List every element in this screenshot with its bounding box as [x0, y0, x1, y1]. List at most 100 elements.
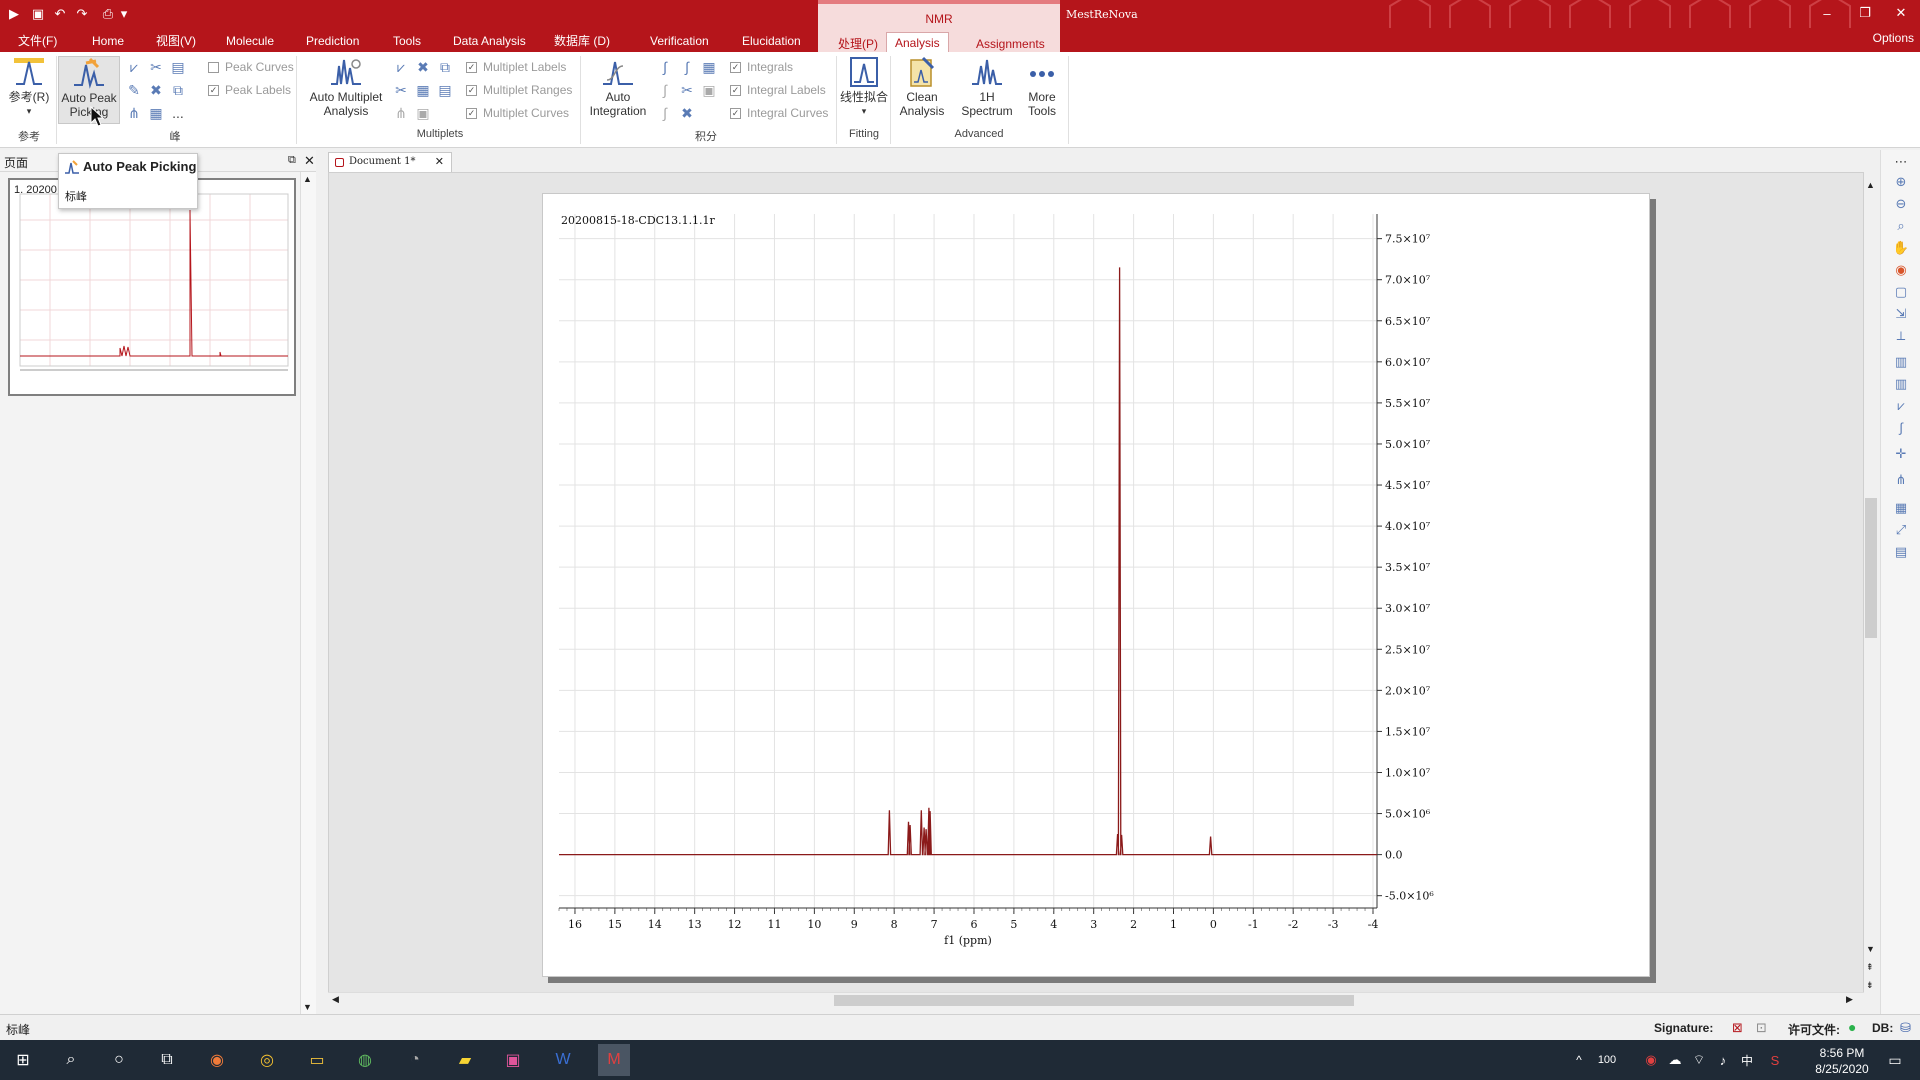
multiplet-labels-checkbox[interactable]: ✓ Multiplet Labels — [466, 58, 566, 76]
browser-app-icon[interactable]: ◍ — [352, 1048, 378, 1072]
scroll-up-icon[interactable]: ▲ — [1866, 180, 1875, 190]
wifi-icon[interactable]: ⌔ — [1686, 1048, 1712, 1072]
clock-date[interactable]: 8/25/2020 — [1808, 1062, 1876, 1076]
integral-options-icon[interactable]: ∫ — [656, 104, 674, 122]
multiplet-fit-icon[interactable]: ▣ — [414, 104, 432, 122]
peak-curves-checkbox[interactable]: Peak Curves — [208, 58, 294, 76]
tab-elucidation[interactable]: Elucidation — [734, 31, 809, 51]
tab-database[interactable]: 数据库 (D) — [546, 31, 618, 51]
1h-spectrum-button[interactable]: 1H Spectrum — [954, 56, 1020, 124]
save-icon[interactable]: ▣ — [28, 4, 48, 24]
ime-indicator[interactable]: 中 — [1734, 1048, 1760, 1072]
tab-data-analysis[interactable]: Data Analysis — [445, 31, 534, 51]
peak-more-icon[interactable]: ... — [169, 104, 187, 122]
scroll-up-icon[interactable]: ▲ — [303, 174, 312, 184]
tray-expand-icon[interactable]: ^ — [1566, 1048, 1592, 1072]
redo-icon[interactable]: ↷ — [72, 4, 92, 24]
tray-app-icon[interactable]: ◉ — [1638, 1048, 1664, 1072]
file-explorer-icon[interactable]: ▭ — [304, 1048, 330, 1072]
multiplet-manual-icon[interactable]: ⩗ — [392, 58, 410, 76]
page-up-icon[interactable]: ⇞ — [1866, 962, 1874, 973]
auto-multiplet-analysis-button[interactable]: Auto Multiplet Analysis — [302, 56, 390, 124]
tab-file[interactable]: 文件(F) — [10, 31, 65, 51]
auto-peak-picking-button[interactable]: Auto Peak Picking — [58, 56, 120, 124]
sogou-ime-icon[interactable]: S — [1762, 1048, 1788, 1072]
integral-table-icon[interactable]: ▦ — [700, 58, 718, 76]
page-down-icon[interactable]: ⇟ — [1866, 980, 1874, 991]
mestrenova-taskbar-icon[interactable]: M — [598, 1044, 630, 1076]
integrals-checkbox[interactable]: ✓ Integrals — [730, 58, 793, 76]
multiplet-report-icon[interactable]: ▤ — [436, 81, 454, 99]
options-menu[interactable]: Options — [1873, 31, 1914, 45]
multiplet-delete-icon[interactable]: ✖ — [414, 58, 432, 76]
undo-icon[interactable]: ↶ — [50, 4, 70, 24]
tab-assignments[interactable]: Assignments — [968, 34, 1053, 54]
ruler-icon[interactable]: ⇲ — [1891, 306, 1911, 324]
spectrum-page[interactable]: 16 15 14 13 12 11 10 9 8 7 6 5 4 3 2 1 0 -1 -2 -3 -4 7.5×10⁷… — [542, 193, 1650, 977]
media-app-icon[interactable]: ▣ — [500, 1048, 526, 1072]
reference-button[interactable]: 参考(R) ▾ — [6, 56, 52, 124]
close-tab-icon[interactable]: ✕ — [435, 153, 444, 171]
nmr-spectrum-chart[interactable]: 16 15 14 13 12 11 10 9 8 7 6 5 4 3 2 1 0 -1 -2 -3 -4 7.5×10⁷… — [543, 194, 1651, 978]
peak-options-icon[interactable]: ⋔ — [125, 104, 143, 122]
peak-delete-icon[interactable]: ✂ — [147, 58, 165, 76]
vertical-scroll-thumb[interactable] — [1865, 498, 1877, 638]
multiplet-options-icon[interactable]: ⋔ — [392, 104, 410, 122]
multiplet-ranges-checkbox[interactable]: ✓ Multiplet Ranges — [466, 81, 572, 99]
minimize-button[interactable]: – — [1812, 3, 1842, 23]
signature-icon[interactable]: ⊠ — [1732, 1020, 1743, 1036]
fit-page-icon[interactable]: ▢ — [1891, 284, 1911, 302]
horizontal-scrollbar[interactable]: ◀ ▶ — [328, 992, 1864, 1008]
page-thumbnail[interactable]: 1. 20200 — [8, 178, 296, 396]
integral-delete-icon[interactable]: ✂ — [678, 81, 696, 99]
tab-processing[interactable]: 处理(P) — [830, 34, 886, 54]
multiplet-copy-icon[interactable]: ⧉ — [436, 58, 454, 76]
line-fitting-button[interactable]: 线性拟合 ▾ — [840, 56, 888, 124]
peak-pick-icon[interactable]: ⩗ — [1891, 398, 1911, 416]
print-icon[interactable]: ⎙ — [98, 4, 118, 24]
clean-analysis-button[interactable]: Clean Analysis — [894, 56, 950, 124]
chart-settings-icon[interactable]: ▦ — [1891, 500, 1911, 518]
signature-lock-icon[interactable]: ⊡ — [1756, 1020, 1767, 1036]
integral-labels-checkbox[interactable]: ✓ Integral Labels — [730, 81, 826, 99]
tab-verification[interactable]: Verification — [642, 31, 717, 51]
zoom-in-icon[interactable]: ⊕ — [1891, 174, 1911, 192]
zoom-out-icon[interactable]: ⊖ — [1891, 196, 1911, 214]
multiplet-table-icon[interactable]: ▦ — [414, 81, 432, 99]
onedrive-icon[interactable]: ☁ — [1662, 1048, 1688, 1072]
layout-icon[interactable]: ▤ — [1891, 544, 1911, 562]
cortana-icon[interactable]: ○ — [106, 1048, 132, 1072]
tab-prediction[interactable]: Prediction — [298, 31, 367, 51]
app-aperture-icon[interactable]: ◔ — [402, 1048, 428, 1072]
ubuntu-app-icon[interactable]: ◉ — [204, 1048, 230, 1072]
multiplet-cut-icon[interactable]: ✂ — [392, 81, 410, 99]
restore-button[interactable]: ❐ — [1850, 3, 1880, 23]
scroll-down-icon[interactable]: ▼ — [303, 1002, 312, 1012]
windows-start-icon[interactable]: ⊞ — [10, 1048, 36, 1072]
pin-icon[interactable]: ⧉ — [288, 154, 296, 167]
peak-bar-icon[interactable]: ▥ — [1891, 354, 1911, 372]
pages-panel-scrollbar[interactable]: ▲ ▼ — [300, 172, 316, 1014]
tab-view[interactable]: 视图(V) — [148, 31, 204, 51]
peak-copy-icon[interactable]: ⧉ — [169, 81, 187, 99]
integral-tool-icon[interactable]: ∫ — [1891, 420, 1911, 438]
notification-icon[interactable]: ▭ — [1882, 1048, 1908, 1072]
document-tab[interactable]: Document 1* ✕ — [328, 152, 452, 172]
volume-icon[interactable]: ♪ — [1710, 1048, 1736, 1072]
peak-edit-icon[interactable]: ✎ — [125, 81, 143, 99]
tab-molecule[interactable]: Molecule — [218, 31, 282, 51]
search-icon[interactable]: ⌕ — [58, 1048, 84, 1072]
integral-clear-icon[interactable]: ✖ — [678, 104, 696, 122]
integral-edit-icon[interactable]: ∫ — [678, 58, 696, 76]
tab-tools[interactable]: Tools — [385, 31, 429, 51]
scroll-left-icon[interactable]: ◀ — [332, 994, 339, 1005]
scroll-down-icon[interactable]: ▼ — [1866, 944, 1875, 954]
peak-bar-alt-icon[interactable]: ▥ — [1891, 376, 1911, 394]
more-tools-button[interactable]: More Tools — [1022, 56, 1062, 124]
database-icon[interactable]: ⛁ — [1900, 1020, 1911, 1036]
license-ok-icon[interactable]: ● — [1848, 1019, 1856, 1035]
clock-time[interactable]: 8:56 PM — [1808, 1046, 1876, 1060]
integral-curves-checkbox[interactable]: ✓ Integral Curves — [730, 104, 828, 122]
vertical-scrollbar[interactable]: ▲ ▼ ⇞ ⇟ — [1864, 178, 1878, 1000]
auto-integration-button[interactable]: Auto Integration — [586, 56, 650, 124]
